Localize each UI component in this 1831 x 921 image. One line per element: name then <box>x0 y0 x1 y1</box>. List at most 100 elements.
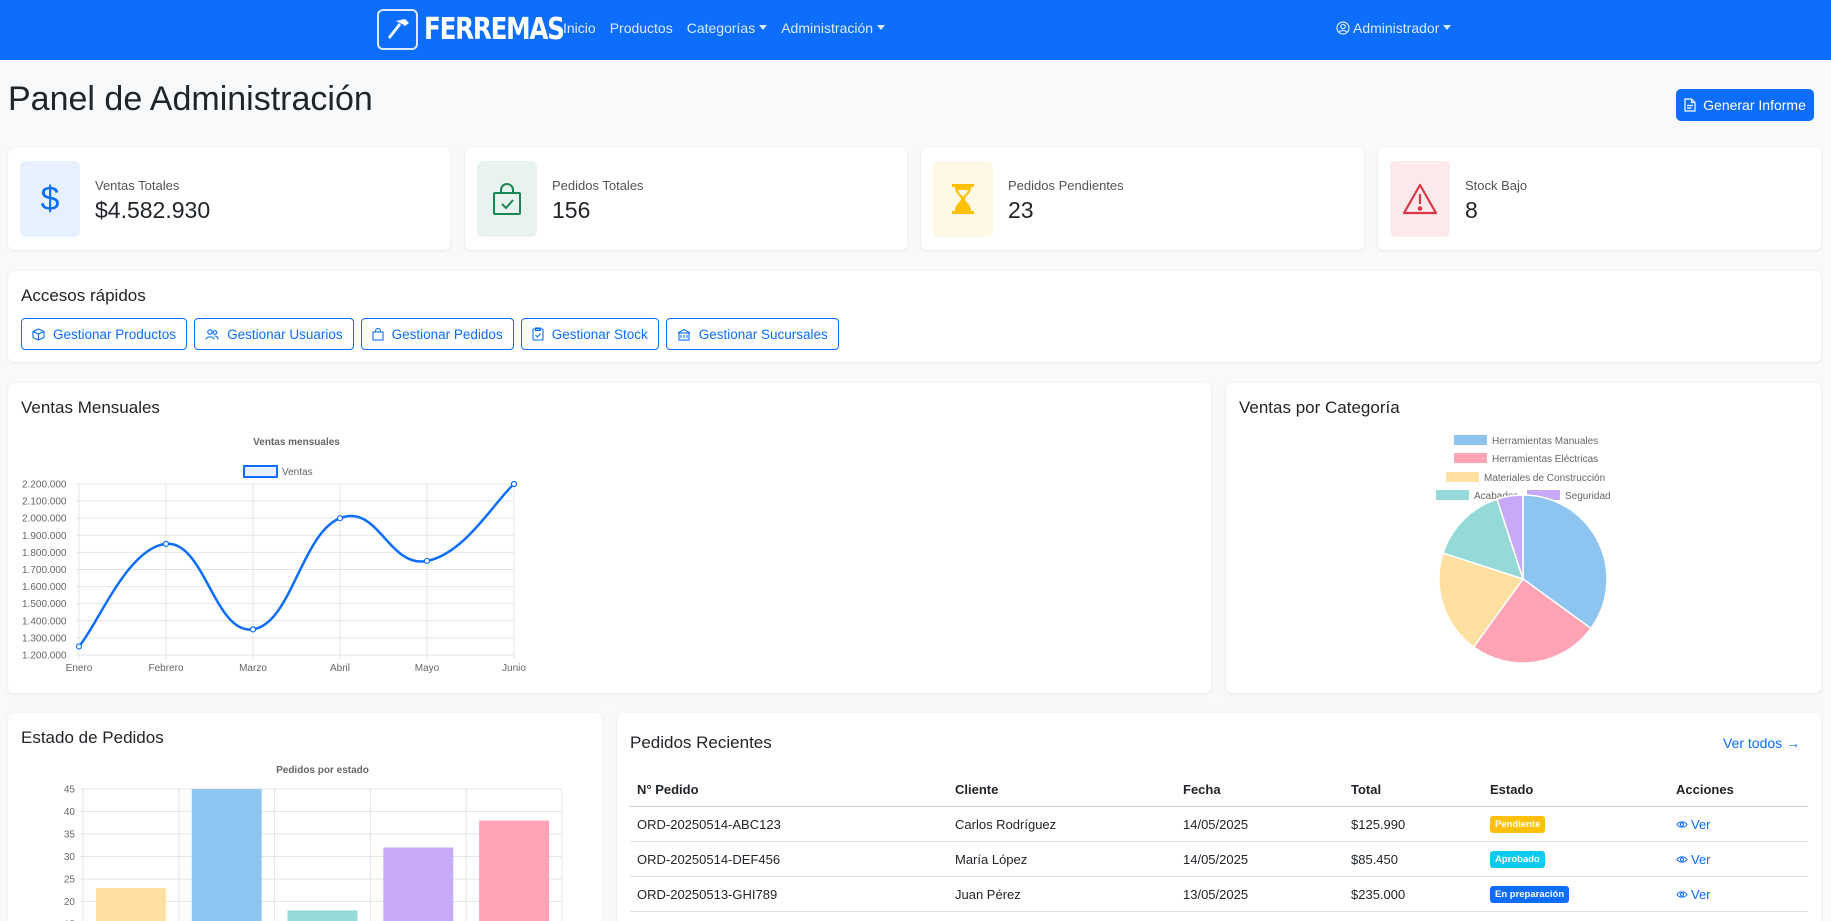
legend-swatch <box>1454 435 1487 445</box>
order-date: 13/05/2025 <box>1183 887 1249 902</box>
brand-name: FERREMAS <box>424 12 565 47</box>
manage-users-button[interactable]: Gestionar Usuarios <box>194 318 354 350</box>
clipboard-icon <box>532 327 544 341</box>
order-total: $125.990 <box>1351 817 1406 832</box>
order-total: $235.000 <box>1351 887 1406 902</box>
y-tick-label: 1.500.000 <box>22 599 67 610</box>
bag-icon <box>372 327 384 341</box>
monthly-sales-chart: Ventas mensuales Ventas 2.200.000 2.100.000… <box>22 437 526 674</box>
data-point <box>423 557 431 565</box>
y-tick-label: 35 <box>64 830 76 841</box>
data-point <box>249 626 257 633</box>
y-tick-label: 2.000.000 <box>22 514 67 525</box>
column-header: Acciones <box>1676 782 1734 797</box>
manage-products-button[interactable]: Gestionar Productos <box>21 318 188 350</box>
chart-title: Ventas mensuales <box>253 437 340 448</box>
nav-dropdown-administracion[interactable]: Administración <box>781 20 885 36</box>
nav-link-productos[interactable]: Productos <box>610 20 673 36</box>
legend-label: Seguridad <box>1565 491 1611 502</box>
warning-triangle-icon <box>1390 161 1450 237</box>
column-header: Cliente <box>955 782 999 797</box>
table-row: ORD-20250513-GHI789 Juan Pérez 13/05/202… <box>630 877 1808 912</box>
stat-value: 156 <box>552 197 591 223</box>
generate-report-button[interactable]: Generar Informe <box>1676 89 1814 121</box>
view-all-label: Ver todos <box>1723 735 1783 751</box>
user-menu[interactable]: Administrador <box>1336 20 1451 36</box>
nav-link-inicio[interactable]: Inicio <box>563 20 596 36</box>
column-header: N° Pedido <box>637 782 699 797</box>
hammer-icon <box>377 9 418 50</box>
y-tick-label: 1.600.000 <box>22 582 67 593</box>
column-header: Total <box>1351 782 1382 797</box>
manage-branches-button[interactable]: Gestionar Sucursales <box>665 318 839 350</box>
brand[interactable]: FERREMAS <box>377 9 594 50</box>
y-tick-label: 1.300.000 <box>22 633 67 644</box>
status-badge: Aprobado <box>1490 851 1545 868</box>
building-icon <box>677 328 691 341</box>
manage-orders-label: Gestionar Pedidos <box>391 326 503 342</box>
stat-card-stock-bajo: Stock Bajo 8 <box>1378 148 1821 250</box>
status-badge: Pendiente <box>1490 816 1546 833</box>
order-client: Carlos Rodríguez <box>955 817 1057 832</box>
manage-stock-button[interactable]: Gestionar Stock <box>520 318 659 350</box>
user-circle-icon <box>1336 21 1350 35</box>
quick-access-card: Accesos rápidos Gestionar Productos Gest… <box>8 271 1821 362</box>
manage-users-label: Gestionar Usuarios <box>227 326 343 342</box>
user-menu-label: Administrador <box>1353 20 1451 36</box>
svg-text:$: $ <box>41 181 60 217</box>
view-order-link[interactable]: Ver <box>1676 887 1711 902</box>
bar <box>479 820 550 921</box>
chart-title: Pedidos por estado <box>276 765 369 776</box>
generate-report-label: Generar Informe <box>1703 97 1806 113</box>
legend-label: Ventas <box>282 467 313 478</box>
order-id: ORD-20250513-GHI789 <box>637 887 778 902</box>
monthly-sales-card: Ventas Mensuales Ventas mensuales Ventas 2… <box>8 383 1211 693</box>
arrow-right-icon: → <box>1786 735 1801 751</box>
order-id: ORD-20250514-DEF456 <box>637 852 781 867</box>
data-point <box>75 643 83 650</box>
x-tick-label: Mayo <box>415 663 440 674</box>
nav-dropdown-categorias[interactable]: Categorías <box>687 20 767 36</box>
view-order-link[interactable]: Ver <box>1676 852 1711 867</box>
order-client: Juan Pérez <box>955 887 1021 902</box>
table-row <box>630 912 1808 921</box>
view-all-link[interactable]: Ver todos → <box>1723 735 1800 751</box>
order-id: ORD-20250514-ABC123 <box>637 817 781 832</box>
y-tick-label: 45 <box>64 785 76 796</box>
recent-orders-card: Pedidos Recientes Ver todos → N° Pedido … <box>617 713 1821 921</box>
data-point <box>510 480 518 488</box>
order-client: María López <box>955 852 1028 867</box>
eye-icon <box>1676 820 1688 829</box>
legend-swatch <box>243 465 278 478</box>
y-tick-label: 25 <box>64 875 76 886</box>
series-line <box>78 483 515 648</box>
people-icon <box>205 328 219 341</box>
x-tick-label: Abril <box>330 663 350 674</box>
y-tick-label: 2.200.000 <box>22 480 67 491</box>
table-row: ORD-20250514-ABC123 Carlos Rodríguez 14/… <box>630 807 1808 842</box>
category-sales-chart: Herramientas Manuales Herramientas Eléctr… <box>1436 435 1611 664</box>
stat-label: Stock Bajo <box>1465 178 1528 193</box>
stat-value: 8 <box>1465 197 1478 223</box>
y-tick-label: 1.200.000 <box>22 651 67 662</box>
quick-access-title: Accesos rápidos <box>21 286 146 305</box>
view-order-label: Ver <box>1691 852 1711 867</box>
legend-swatch <box>1446 472 1479 482</box>
data-point <box>162 540 170 547</box>
eye-icon <box>1676 890 1688 899</box>
bar <box>383 847 454 921</box>
column-header: Fecha <box>1183 782 1221 797</box>
legend-label: Herramientas Eléctricas <box>1492 454 1598 465</box>
table-row: ORD-20250514-DEF456 María López 14/05/20… <box>630 842 1808 877</box>
hourglass-icon <box>933 161 993 237</box>
y-tick-label: 1.800.000 <box>22 548 67 559</box>
legend-swatch <box>1454 453 1487 463</box>
y-tick-label: 40 <box>64 807 76 818</box>
manage-orders-button[interactable]: Gestionar Pedidos <box>360 318 514 350</box>
dollar-icon: $ <box>20 161 80 237</box>
view-order-label: Ver <box>1691 817 1711 832</box>
view-order-link[interactable]: Ver <box>1676 817 1711 832</box>
order-date: 14/05/2025 <box>1183 817 1249 832</box>
x-tick-label: Marzo <box>239 663 267 674</box>
manage-branches-label: Gestionar Sucursales <box>698 326 828 342</box>
